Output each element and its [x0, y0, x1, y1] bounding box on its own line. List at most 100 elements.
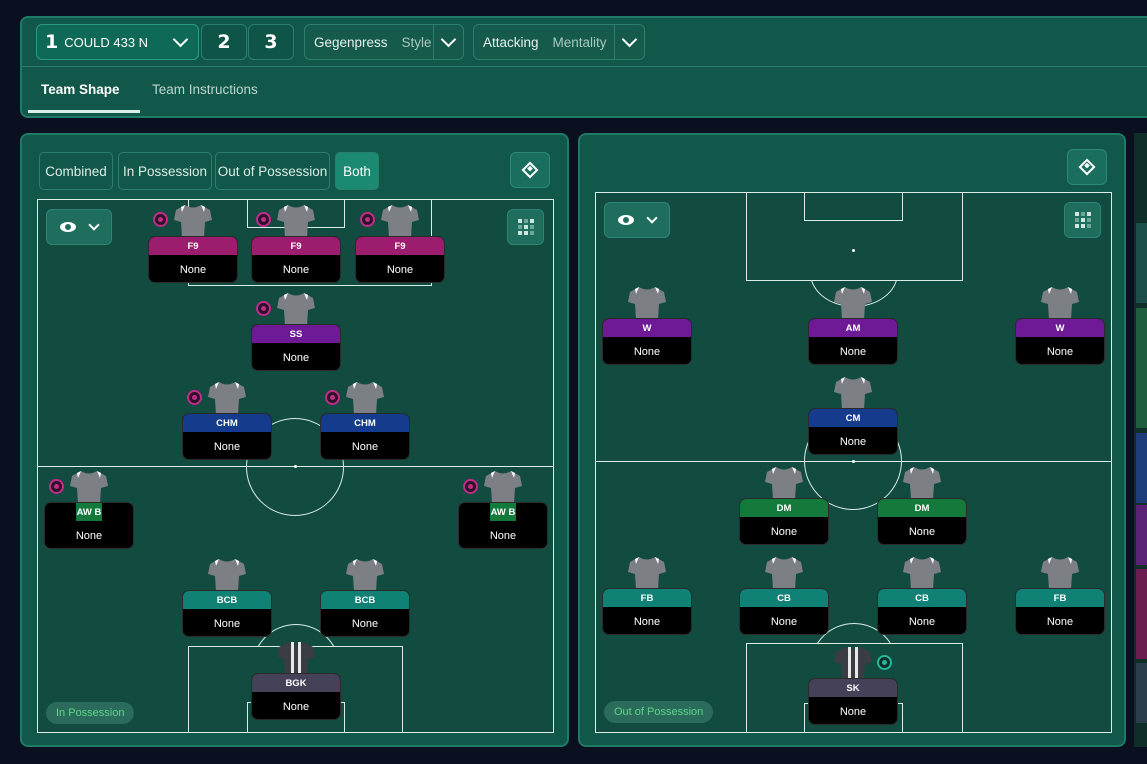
shirt-icon	[346, 382, 384, 415]
divider	[22, 66, 1147, 67]
eye-icon	[618, 215, 635, 225]
shirt-icon	[1041, 557, 1079, 590]
eye-icon	[60, 222, 77, 232]
chevron-down-icon	[87, 219, 100, 231]
player-name: None	[75, 529, 103, 542]
phase-button-combined[interactable]: Combined	[39, 152, 113, 190]
shirt-icon	[208, 382, 246, 415]
player-role: SS	[252, 325, 340, 343]
chevron-down-icon	[645, 212, 658, 224]
pitch-out-of-possession: W None AM None W None CM None DM None DM None …	[595, 192, 1112, 733]
player-role: W	[603, 319, 691, 337]
pitch-in-possession: F9 None F9 None F9 None SS None CHM None CHM N…	[37, 199, 554, 733]
player-card[interactable]: BGK None	[251, 641, 341, 720]
player-role: CB	[878, 589, 966, 607]
top-goal-area	[804, 193, 903, 221]
phase-button-both[interactable]: Both	[335, 152, 379, 190]
mentality-dropdown[interactable]: Attacking Mentality	[473, 24, 645, 60]
player-name: None	[839, 345, 867, 358]
player-name: None	[282, 263, 310, 276]
player-role: F9	[252, 237, 340, 255]
role-badge-icon	[463, 479, 478, 494]
player-card[interactable]: CB None	[739, 556, 829, 635]
player-role: F9	[356, 237, 444, 255]
player-card[interactable]: FB None	[602, 556, 692, 635]
player-role: AM	[809, 319, 897, 337]
role-badge-icon	[256, 301, 271, 316]
grid-toggle-button[interactable]	[507, 209, 544, 245]
shirt-icon	[381, 205, 419, 238]
player-role: F9	[149, 237, 237, 255]
goalkeeper-shirt-icon	[277, 642, 315, 675]
player-name: None	[1046, 615, 1074, 628]
player-name: None	[351, 617, 379, 630]
player-role: BGK	[252, 674, 340, 692]
player-role: DM	[740, 499, 828, 517]
pitch-view-toggle-button[interactable]	[510, 152, 550, 188]
role-badge-icon	[877, 655, 892, 670]
phase-button-out-of-possession[interactable]: Out of Possession	[215, 152, 330, 190]
player-role: SK	[809, 679, 897, 697]
player-card[interactable]: BCB None	[320, 558, 410, 637]
style-label: Style	[401, 34, 432, 50]
player-card[interactable]: DM None	[739, 466, 829, 545]
phase-tag: Out of Possession	[604, 701, 714, 723]
player-card[interactable]: W None	[602, 286, 692, 365]
goalkeeper-shirt-icon	[834, 647, 872, 680]
shirt-icon	[346, 559, 384, 592]
phase-button-in-possession[interactable]: In Possession	[118, 152, 212, 190]
pitch-view-toggle-button[interactable]	[1067, 149, 1107, 185]
player-name: None	[213, 617, 241, 630]
player-card[interactable]: BCB None	[182, 558, 272, 637]
player-name: None	[351, 440, 379, 453]
visibility-dropdown[interactable]	[604, 202, 670, 238]
centre-spot	[294, 465, 297, 468]
player-name: None	[179, 263, 207, 276]
style-dropdown[interactable]: Gegenpress Style	[304, 24, 464, 60]
tab-team-shape[interactable]: Team Shape	[41, 82, 120, 97]
shirt-icon	[70, 471, 108, 504]
player-name: None	[282, 700, 310, 713]
player-card[interactable]: CB None	[877, 556, 967, 635]
chevron-down-icon	[621, 31, 638, 47]
player-card[interactable]: AM None	[808, 286, 898, 365]
tactic-slot-2-button[interactable]: 2	[201, 24, 247, 60]
tactic-slot-3-button[interactable]: 3	[248, 24, 294, 60]
tactic-name: COULD 433 N	[64, 34, 149, 50]
role-badge-icon	[360, 212, 375, 227]
shirt-icon	[628, 287, 666, 320]
grid-toggle-button[interactable]	[1064, 202, 1101, 238]
player-name: None	[770, 615, 798, 628]
player-name: None	[908, 525, 936, 538]
tactic-selector[interactable]: 1 COULD 433 N	[36, 24, 199, 60]
role-badge-icon	[49, 479, 64, 494]
player-card[interactable]: CM None	[808, 376, 898, 455]
in-possession-panel: Combined In Possession Out of Possession…	[20, 133, 569, 747]
offscreen-panel-edge	[1134, 133, 1147, 747]
player-role: W	[1016, 319, 1104, 337]
player-role: BCB	[321, 591, 409, 609]
out-of-possession-panel: W None AM None W None CM None DM None DM None …	[578, 133, 1126, 747]
penalty-spot	[852, 249, 855, 252]
shirt-icon	[1041, 287, 1079, 320]
role-badge-icon	[187, 390, 202, 405]
player-name: None	[908, 615, 936, 628]
visibility-dropdown[interactable]	[46, 209, 112, 245]
player-name: None	[839, 435, 867, 448]
role-badge-icon	[153, 212, 168, 227]
player-role: AW B	[76, 503, 102, 521]
centre-spot	[852, 460, 855, 463]
player-name: None	[633, 615, 661, 628]
role-badge-icon	[325, 390, 340, 405]
chevron-down-icon	[440, 31, 457, 47]
player-card[interactable]: W None	[1015, 286, 1105, 365]
player-card[interactable]: DM None	[877, 466, 967, 545]
tab-team-instructions[interactable]: Team Instructions	[152, 82, 258, 97]
player-name: None	[770, 525, 798, 538]
player-name: None	[839, 705, 867, 718]
shirt-icon	[765, 467, 803, 500]
player-role: CB	[740, 589, 828, 607]
shirt-icon	[174, 205, 212, 238]
player-card[interactable]: FB None	[1015, 556, 1105, 635]
shirt-icon	[834, 377, 872, 410]
